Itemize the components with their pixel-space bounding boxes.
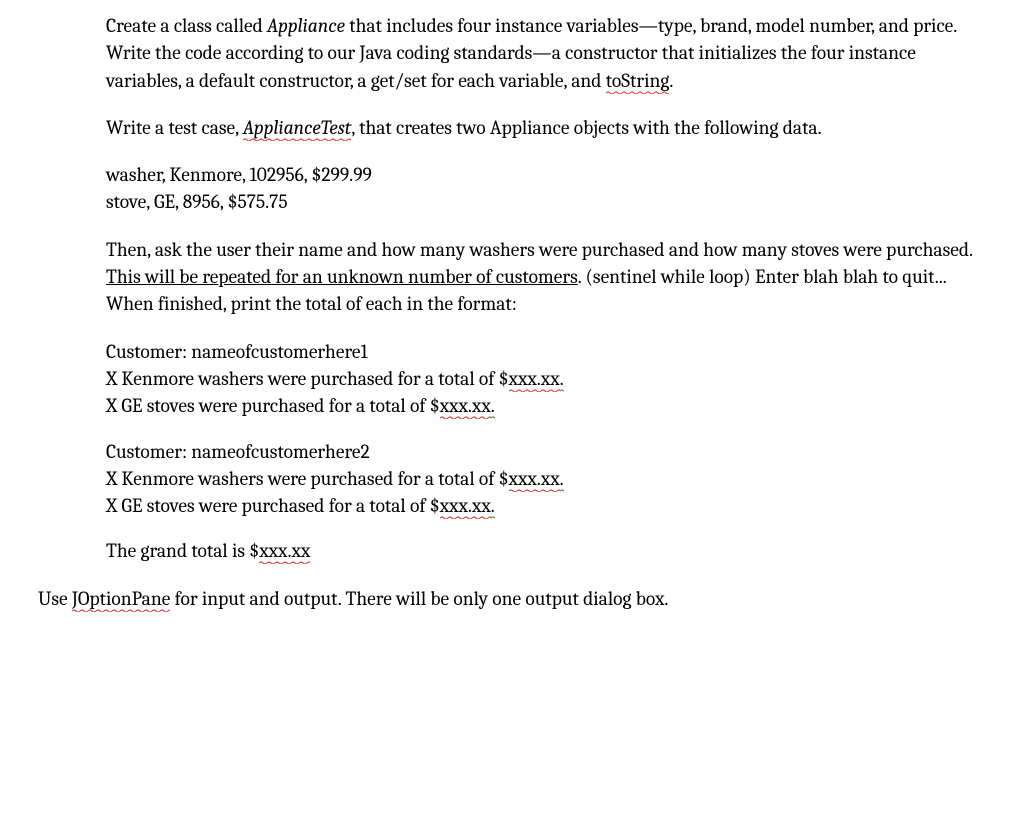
customer-line: X GE stoves were purchased for a total o… <box>106 392 984 419</box>
text: X Kenmore washers were purchased for a t… <box>106 467 509 490</box>
customer-header: Customer: nameofcustomerhere2 <box>106 438 984 465</box>
joptionpane-term: JOptionPane <box>72 587 170 610</box>
dot: . <box>491 394 495 417</box>
customer-header: Customer: nameofcustomerhere1 <box>106 338 984 365</box>
dot: . <box>491 494 495 517</box>
customer-line: X Kenmore washers were purchased for a t… <box>106 365 984 392</box>
text: X Kenmore washers were purchased for a t… <box>106 367 509 390</box>
document-body: Create a class called Appliance that inc… <box>0 0 1024 644</box>
text: X GE stoves were purchased for a total o… <box>106 394 440 417</box>
final-line: Use JOptionPane for input and output. Th… <box>38 585 984 612</box>
amount-placeholder: xxx.xx <box>440 494 491 517</box>
paragraph-2: Write a test case, ApplianceTest, that c… <box>106 114 984 141</box>
amount-placeholder: xxx.xx <box>509 467 560 490</box>
customer-block-1: Customer: nameofcustomerhere1 X Kenmore … <box>106 338 984 420</box>
customer-line: X Kenmore washers were purchased for a t… <box>106 465 984 492</box>
paragraph-1: Create a class called Appliance that inc… <box>106 12 984 94</box>
amount-placeholder: xxx.xx <box>259 539 310 562</box>
text: X GE stoves were purchased for a total o… <box>106 494 440 517</box>
dot: . <box>560 467 564 490</box>
text: Write a test case, <box>106 116 243 139</box>
text: for input and output. There will be only… <box>170 587 668 610</box>
text: Use <box>38 587 72 610</box>
sample-data-block: washer, Kenmore, 102956, $299.99 stove, … <box>106 161 984 216</box>
text: , that creates two Appliance objects wit… <box>351 116 821 139</box>
tostring-term: toString <box>606 69 670 92</box>
class-name: Appliance <box>267 14 345 37</box>
data-line-2: stove, GE, 8956, $575.75 <box>106 188 984 215</box>
amount-placeholder: xxx.xx <box>509 367 560 390</box>
customer-block-2: Customer: nameofcustomerhere2 X Kenmore … <box>106 438 984 520</box>
underlined-text: This will be repeated for an unknown num… <box>106 265 578 288</box>
paragraph-3: Then, ask the user their name and how ma… <box>106 236 984 318</box>
data-line-1: washer, Kenmore, 102956, $299.99 <box>106 161 984 188</box>
dot: . <box>560 367 564 390</box>
customer-line: X GE stoves were purchased for a total o… <box>106 492 984 519</box>
text: The grand total is $ <box>106 539 259 562</box>
test-class-name: ApplianceTest <box>243 116 352 139</box>
text: Then, ask the user their name and how ma… <box>106 238 972 261</box>
text: Create a class called <box>106 14 267 37</box>
grand-total-line: The grand total is $xxx.xx <box>106 537 984 564</box>
amount-placeholder: xxx.xx <box>440 394 491 417</box>
text: . <box>669 69 673 92</box>
